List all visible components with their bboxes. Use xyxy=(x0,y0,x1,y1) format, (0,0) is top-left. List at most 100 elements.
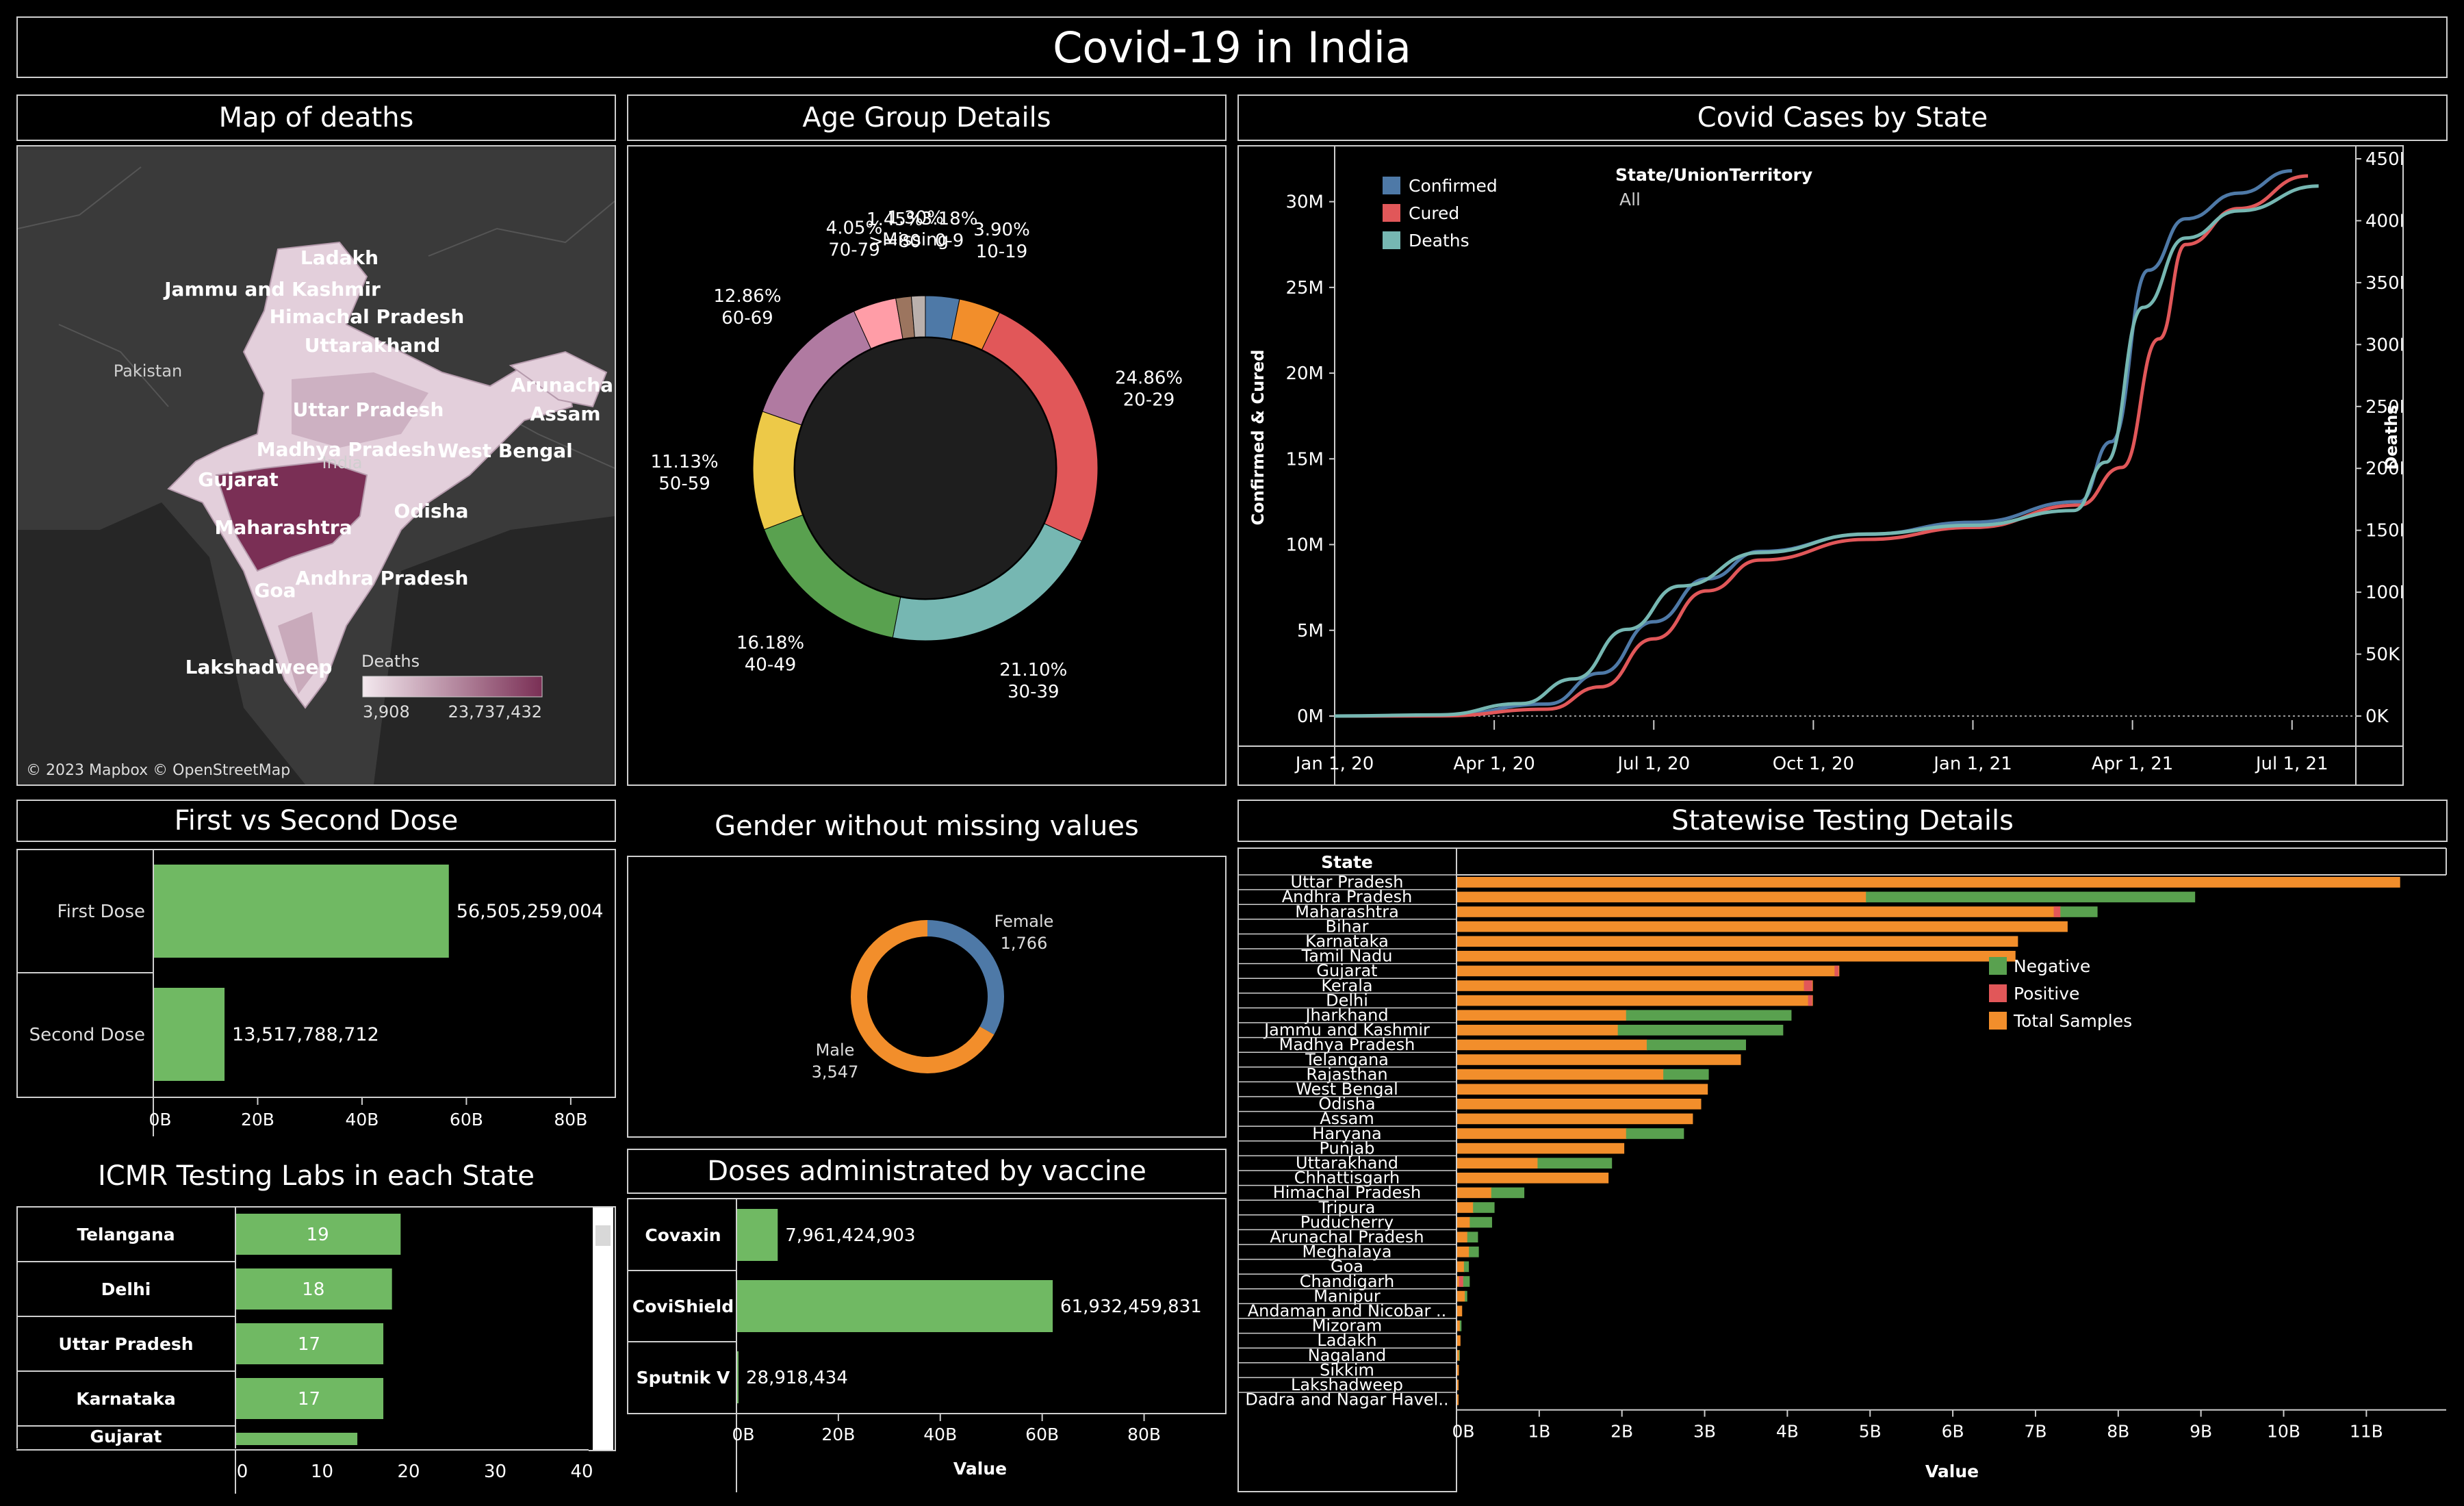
testing-negative-bar-28[interactable] xyxy=(1465,1290,1467,1302)
map-label-goa: Goa xyxy=(254,579,296,602)
testing-total-bar-33[interactable] xyxy=(1457,1364,1459,1376)
dose-bar-0[interactable] xyxy=(154,865,449,958)
testing-total-bar-6[interactable] xyxy=(1457,965,1840,977)
testing-negative-bar-32[interactable] xyxy=(1459,1350,1460,1361)
testing-total-bar-1[interactable] xyxy=(1457,891,1867,903)
legend-min: 3,908 xyxy=(363,702,410,722)
vaccine-xtick-1: 20B xyxy=(821,1425,855,1444)
testing-negative-bar-27[interactable] xyxy=(1463,1276,1470,1287)
gender-donut-chart[interactable]: Female 1,766 Male 3,547 xyxy=(628,857,1225,1136)
vaccine-bar-chart[interactable]: Covaxin 7,961,424,903 CoviShield 61,932,459… xyxy=(627,1198,1227,1492)
testing-total-bar-22[interactable] xyxy=(1457,1202,1474,1213)
labs-bar-4[interactable] xyxy=(236,1433,358,1445)
testing-negative-bar-23[interactable] xyxy=(1470,1216,1492,1228)
testing-total-bar-29[interactable] xyxy=(1457,1305,1463,1316)
labs-bar-chart[interactable]: Telangana 19 Delhi 18 Uttar Pradesh 17 Karnata… xyxy=(16,1206,616,1494)
vaccine-xtick-2: 40B xyxy=(923,1425,957,1444)
testing-negative-bar-26[interactable] xyxy=(1463,1261,1470,1273)
testing-total-bar-14[interactable] xyxy=(1457,1084,1708,1095)
testing-total-bar-16[interactable] xyxy=(1457,1113,1693,1125)
cases-filter-value[interactable]: All xyxy=(1619,190,1641,209)
map-of-deaths[interactable]: Ladakh Jammu and Kashmir Himachal Pradesh U… xyxy=(18,146,615,784)
testing-total-bar-24[interactable] xyxy=(1457,1231,1468,1242)
age-pct-label-2: 24.86% xyxy=(1115,368,1183,389)
testing-total-bar-20[interactable] xyxy=(1457,1173,1609,1184)
cases-line-confirmed[interactable] xyxy=(1334,169,2292,718)
labs-value-label-0: 19 xyxy=(307,1225,329,1245)
testing-total-bar-23[interactable] xyxy=(1457,1216,1471,1228)
labs-value-label-2: 17 xyxy=(298,1334,320,1355)
age-donut-hole xyxy=(795,338,1055,598)
dose-bar-1[interactable] xyxy=(154,988,225,1081)
cases-line-chart[interactable]: 0M5M10M15M20M25M30M0K50K100K150K200K250K… xyxy=(1239,146,2412,784)
testing-negative-bar-25[interactable] xyxy=(1469,1247,1479,1258)
testing-negative-bar-13[interactable] xyxy=(1663,1069,1709,1080)
vaccine-bar-0[interactable] xyxy=(737,1209,778,1261)
testing-positive-bar-8[interactable] xyxy=(1808,995,1812,1006)
testing-positive-bar-27[interactable] xyxy=(1459,1276,1463,1287)
testing-total-bar-12[interactable] xyxy=(1457,1054,1741,1065)
labs-panel: Telangana 19 Delhi 18 Uttar Pradesh 17 Karnata… xyxy=(16,1206,616,1494)
testing-negative-bar-10[interactable] xyxy=(1617,1025,1784,1036)
testing-total-bar-25[interactable] xyxy=(1457,1247,1470,1258)
testing-total-bar-2[interactable] xyxy=(1457,906,2062,917)
testing-positive-bar-6[interactable] xyxy=(1834,965,1839,977)
age-slice-5[interactable] xyxy=(752,411,804,531)
testing-negative-bar-22[interactable] xyxy=(1473,1202,1495,1213)
testing-stacked-bar-chart[interactable]: StateUttar PradeshAndhra PradeshMaharash… xyxy=(1237,847,2448,1494)
dose-xtick-1: 20B xyxy=(241,1110,274,1130)
testing-positive-bar-7[interactable] xyxy=(1804,980,1812,991)
labs-value-label-3: 17 xyxy=(298,1389,320,1409)
testing-total-bar-34[interactable] xyxy=(1457,1379,1459,1390)
testing-total-bar-17[interactable] xyxy=(1457,1128,1627,1139)
testing-total-bar-28[interactable] xyxy=(1457,1290,1466,1302)
testing-total-bar-21[interactable] xyxy=(1457,1187,1492,1199)
cases-ylabel: Confirmed & Cured xyxy=(1248,350,1268,526)
testing-total-bar-18[interactable] xyxy=(1457,1143,1625,1154)
cases-legend-label-1: Cured xyxy=(1409,203,1459,223)
testing-total-bar-13[interactable] xyxy=(1457,1069,1665,1080)
testing-total-bar-10[interactable] xyxy=(1457,1025,1619,1036)
testing-total-bar-35[interactable] xyxy=(1457,1394,1459,1405)
cases-line-deaths[interactable] xyxy=(1334,184,2319,718)
testing-negative-bar-9[interactable] xyxy=(1626,1010,1792,1021)
testing-total-bar-4[interactable] xyxy=(1457,936,2018,947)
testing-negative-bar-24[interactable] xyxy=(1467,1231,1478,1242)
testing-total-bar-0[interactable] xyxy=(1457,877,2400,888)
vaccine-bar-1[interactable] xyxy=(737,1280,1053,1332)
testing-negative-bar-11[interactable] xyxy=(1646,1039,1746,1051)
testing-xtick-2: 2B xyxy=(1610,1422,1633,1442)
testing-positive-bar-2[interactable] xyxy=(2053,906,2061,917)
testing-total-bar-31[interactable] xyxy=(1457,1335,1461,1347)
testing-negative-bar-19[interactable] xyxy=(1537,1158,1613,1169)
testing-total-bar-11[interactable] xyxy=(1457,1039,1647,1051)
testing-total-bar-7[interactable] xyxy=(1457,980,1813,991)
testing-total-bar-9[interactable] xyxy=(1457,1010,1627,1021)
age-donut-chart[interactable]: 3.18%0-93.90%10-1924.86%20-2921.10%30-39… xyxy=(628,146,1225,784)
testing-total-bar-5[interactable] xyxy=(1457,951,2016,962)
labs-value-label-1: 18 xyxy=(302,1279,324,1300)
vaccine-bar-2[interactable] xyxy=(737,1351,739,1403)
testing-total-bar-26[interactable] xyxy=(1457,1261,1465,1273)
labs-scrollbar-thumb[interactable] xyxy=(595,1225,611,1246)
testing-total-bar-15[interactable] xyxy=(1457,1099,1702,1110)
gender-slice-female[interactable] xyxy=(927,920,1004,1035)
testing-xtick-4: 4B xyxy=(1776,1422,1799,1442)
map-label-assam: Assam xyxy=(530,403,600,425)
testing-negative-bar-17[interactable] xyxy=(1626,1128,1684,1139)
testing-negative-bar-2[interactable] xyxy=(2060,906,2098,917)
cases-y2tick-6: 300K xyxy=(2365,335,2402,355)
testing-negative-bar-21[interactable] xyxy=(1491,1187,1525,1199)
testing-negative-bar-1[interactable] xyxy=(1866,891,2196,903)
age-pct-label-4: 16.18% xyxy=(736,633,804,653)
dose-panel: First Dose 56,505,259,004 Second Dose 13,51… xyxy=(16,849,616,1136)
testing-total-bar-19[interactable] xyxy=(1457,1158,1539,1169)
testing-title: Statewise Testing Details xyxy=(1237,800,2448,842)
map-panel[interactable]: Ladakh Jammu and Kashmir Himachal Pradesh U… xyxy=(16,145,616,786)
map-label-himachal-pradesh: Himachal Pradesh xyxy=(270,305,465,328)
testing-negative-bar-30[interactable] xyxy=(1459,1320,1462,1331)
testing-total-bar-3[interactable] xyxy=(1457,921,2068,932)
testing-total-bar-8[interactable] xyxy=(1457,995,1813,1006)
dose-bar-chart[interactable]: First Dose 56,505,259,004 Second Dose 13,51… xyxy=(16,849,616,1136)
vaccine-value-label-0: 7,961,424,903 xyxy=(785,1225,915,1246)
